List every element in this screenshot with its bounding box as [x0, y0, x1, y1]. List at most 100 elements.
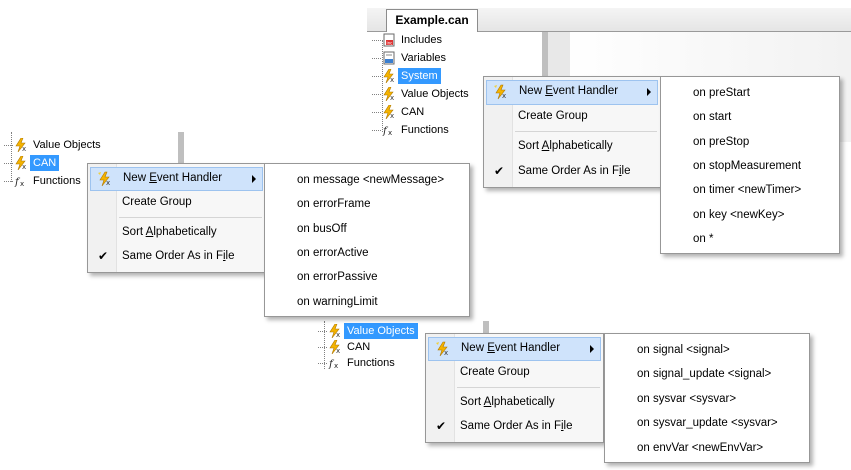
svg-text:x: x: [444, 349, 448, 357]
svg-text:x: x: [390, 94, 394, 101]
event-handler-icon: x: [382, 86, 396, 102]
new-event-handler-icon: x: [435, 341, 451, 357]
menu-item-label: New Event Handler: [461, 342, 561, 354]
tree-item-label: Value Objects: [401, 88, 469, 100]
menu-item-label: Create Group: [518, 109, 588, 122]
menu-separator: [457, 387, 600, 388]
svg-text:x: x: [22, 145, 26, 152]
svg-text:inc: inc: [387, 41, 393, 46]
checkmark-icon: ✔: [436, 419, 447, 433]
tree-item-variables[interactable]: Variables: [372, 50, 542, 66]
svg-text:x: x: [334, 362, 338, 370]
submenu-item[interactable]: on signal_update <signal>: [605, 362, 809, 386]
context-menu: x New Event Handler Create Group Sort Alpha…: [425, 333, 604, 443]
create-group-item[interactable]: Create Group: [428, 361, 601, 385]
checkmark-icon: ✔: [98, 249, 109, 263]
includes-icon: inc: [382, 33, 396, 47]
submenu-item[interactable]: on errorFrame: [265, 192, 469, 216]
svg-text:x: x: [502, 92, 506, 100]
svg-text:x: x: [20, 180, 24, 188]
menu-item-label: Sort Alphabetically: [122, 226, 217, 238]
event-handler-submenu: on preStart on start on preStop on stopMeas…: [660, 76, 840, 255]
menu-separator: [515, 131, 657, 132]
submenu-item[interactable]: on preStart: [661, 81, 839, 105]
event-handler-submenu: on message <newMessage> on errorFrame on b…: [264, 163, 470, 317]
sort-alphabetically-item[interactable]: Sort Alphabetically: [486, 135, 658, 160]
submenu-item[interactable]: on *: [661, 227, 839, 251]
menu-item-label: New Event Handler: [123, 172, 223, 184]
function-icon: fx: [14, 174, 28, 188]
menu-separator: [119, 217, 262, 218]
submenu-item[interactable]: on errorActive: [265, 241, 469, 265]
submenu-item[interactable]: on busOff: [265, 217, 469, 241]
create-group-item[interactable]: Create Group: [486, 105, 658, 130]
event-handler-icon: x: [328, 339, 342, 355]
context-menu: x New Event Handler Create Group Sort Alpha…: [87, 163, 266, 273]
tree-item-value-objects[interactable]: x Value Objects: [4, 137, 174, 153]
variables-icon: [382, 51, 396, 65]
event-handler-submenu: on signal <signal> on signal_update <sign…: [604, 333, 810, 463]
menu-item-label: Same Order As in File: [460, 420, 573, 432]
menu-item-label: Create Group: [122, 196, 192, 208]
tree-item-label: Functions: [401, 124, 449, 136]
menu-item-label: New Event Handler: [519, 85, 619, 97]
event-handler-icon: x: [382, 104, 396, 120]
svg-text:x: x: [22, 163, 26, 170]
same-order-as-in-file-item[interactable]: ✔ Same Order As in File: [428, 415, 601, 439]
tree-item-label: Includes: [401, 34, 442, 46]
submenu-item[interactable]: on preStop: [661, 130, 839, 154]
sort-alphabetically-item[interactable]: Sort Alphabetically: [90, 221, 263, 245]
event-handler-icon: x: [14, 155, 28, 171]
submenu-arrow-icon: [252, 175, 256, 183]
same-order-as-in-file-item[interactable]: ✔ Same Order As in File: [486, 160, 658, 185]
menu-item-label: Same Order As in File: [122, 250, 235, 262]
submenu-item[interactable]: on signal <signal>: [605, 338, 809, 362]
new-event-handler-icon: x: [493, 84, 509, 100]
tree-item-label: Variables: [401, 52, 447, 64]
tree-item-label: Value Objects: [344, 323, 418, 339]
submenu-item[interactable]: on sysvar_update <sysvar>: [605, 411, 809, 435]
svg-text:x: x: [336, 331, 340, 338]
menu-item-label: Create Group: [460, 366, 530, 378]
svg-text:x: x: [388, 129, 392, 137]
context-menu: x New Event Handler Create Group Sort Alpha…: [483, 76, 661, 188]
submenu-item[interactable]: on start: [661, 105, 839, 129]
sort-alphabetically-item[interactable]: Sort Alphabetically: [428, 391, 601, 415]
submenu-item[interactable]: on stopMeasurement: [661, 154, 839, 178]
submenu-arrow-icon: [647, 88, 651, 96]
submenu-item[interactable]: on timer <newTimer>: [661, 178, 839, 202]
svg-text:x: x: [336, 347, 340, 354]
function-icon: fx: [328, 356, 342, 370]
new-event-handler-icon: x: [97, 171, 113, 187]
submenu-item[interactable]: on envVar <newEnvVar>: [605, 436, 809, 460]
create-group-item[interactable]: Create Group: [90, 191, 263, 215]
submenu-item[interactable]: on message <newMessage>: [265, 168, 469, 192]
submenu-item[interactable]: on warningLimit: [265, 290, 469, 314]
event-handler-icon: x: [382, 68, 396, 84]
tree-item-label: Functions: [33, 175, 81, 187]
tab-title: Example.can: [395, 13, 469, 27]
svg-text:x: x: [390, 112, 394, 119]
tree-item-label: CAN: [347, 341, 371, 353]
tree-item-label: CAN: [401, 106, 425, 118]
submenu-item[interactable]: on key <newKey>: [661, 203, 839, 227]
tree-item-includes[interactable]: inc Includes: [372, 32, 542, 48]
tree-item-label: Functions: [347, 357, 395, 369]
event-handler-icon: x: [328, 323, 342, 339]
submenu-item[interactable]: on errorPassive: [265, 265, 469, 289]
checkmark-icon: ✔: [494, 163, 505, 178]
new-event-handler-item[interactable]: x New Event Handler: [90, 167, 263, 191]
svg-text:x: x: [390, 76, 394, 83]
new-event-handler-item[interactable]: x New Event Handler: [486, 80, 658, 105]
event-handler-icon: x: [14, 137, 28, 153]
submenu-arrow-icon: [590, 345, 594, 353]
menu-item-label: Same Order As in File: [518, 164, 631, 177]
tree-item-label: CAN: [30, 155, 60, 171]
tab-example-can[interactable]: Example.can: [386, 9, 478, 32]
same-order-as-in-file-item[interactable]: ✔ Same Order As in File: [90, 245, 263, 269]
new-event-handler-item[interactable]: x New Event Handler: [428, 337, 601, 361]
menu-item-label: Sort Alphabetically: [518, 140, 613, 152]
svg-text:x: x: [106, 179, 110, 187]
menu-item-label: Sort Alphabetically: [460, 396, 555, 408]
submenu-item[interactable]: on sysvar <sysvar>: [605, 387, 809, 411]
